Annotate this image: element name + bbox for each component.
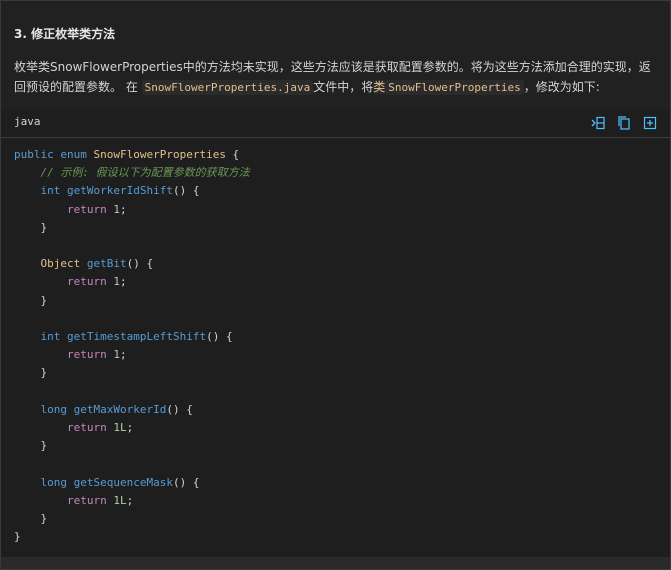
code-method-name: getBit xyxy=(86,257,127,271)
code-type: Object xyxy=(40,257,81,271)
code-punct: } xyxy=(14,530,21,544)
code-number: 1 xyxy=(113,275,120,289)
code-punct: () { xyxy=(172,475,200,489)
code-punct: } xyxy=(40,366,48,380)
paragraph-class-prefix: 类 xyxy=(373,80,386,94)
paragraph-text-3: ，修改为如下: xyxy=(523,80,600,94)
new-file-icon[interactable] xyxy=(642,115,658,131)
code-method-name: getSequenceMask xyxy=(73,475,173,489)
code-number: 1L xyxy=(113,421,127,435)
code-content: public enum SnowFlowerProperties { // 示例… xyxy=(14,148,250,544)
code-punct: () { xyxy=(206,330,233,344)
copy-icon[interactable] xyxy=(616,115,632,131)
code-type: int xyxy=(40,330,61,344)
code-comment: // 示例: 假设以下为配置参数的获取方法 xyxy=(40,166,250,180)
code-punct: { xyxy=(225,148,240,161)
code-type: long xyxy=(40,475,68,489)
code-method-name: getMaxWorkerId xyxy=(73,402,167,416)
code-punct: } xyxy=(40,220,48,234)
description-paragraph: 枚举类SnowFlowerProperties中的方法均未实现，这些方法应该是获… xyxy=(14,57,659,98)
code-punct: } xyxy=(40,439,48,453)
code-punct: () { xyxy=(126,257,154,271)
section-heading: 3. 修正枚举类方法 xyxy=(14,27,116,41)
code-keyword: return xyxy=(66,275,107,289)
code-method-name: getWorkerIdShift xyxy=(67,184,173,198)
inline-code-filename: SnowFlowerProperties.java xyxy=(141,80,314,95)
code-number: 1 xyxy=(113,348,120,362)
code-keyword: return xyxy=(66,202,107,216)
code-type: int xyxy=(40,184,61,198)
paragraph-text-2: 文件中，将 xyxy=(313,80,374,94)
code-keyword: return xyxy=(66,421,107,435)
code-number: 1 xyxy=(113,202,120,216)
code-punct: () { xyxy=(172,184,200,198)
code-block-toolbar xyxy=(590,115,658,131)
chat-message-panel: 3. 修正枚举类方法 枚举类SnowFlowerProperties中的方法均未… xyxy=(0,0,671,570)
code-punct: } xyxy=(40,293,48,307)
bottom-bar xyxy=(1,557,670,569)
code-number: 1L xyxy=(113,493,127,507)
code-punct: } xyxy=(40,512,48,526)
code-type: SnowFlowerProperties xyxy=(93,148,226,161)
code-keyword: return xyxy=(66,493,107,507)
code-punct: () { xyxy=(166,402,193,416)
inline-code-classname: SnowFlowerProperties xyxy=(385,80,524,95)
code-keyword: public enum xyxy=(14,148,87,161)
code-type: long xyxy=(40,402,68,416)
code-block: java public enum SnowFlowerProperties {… xyxy=(1,109,670,557)
code-keyword: return xyxy=(66,348,107,362)
insert-at-cursor-icon[interactable] xyxy=(590,115,606,131)
code-block-header: java xyxy=(1,109,670,138)
code-language-label: java xyxy=(14,115,41,128)
code-method-name: getTimestampLeftShift xyxy=(67,330,207,344)
